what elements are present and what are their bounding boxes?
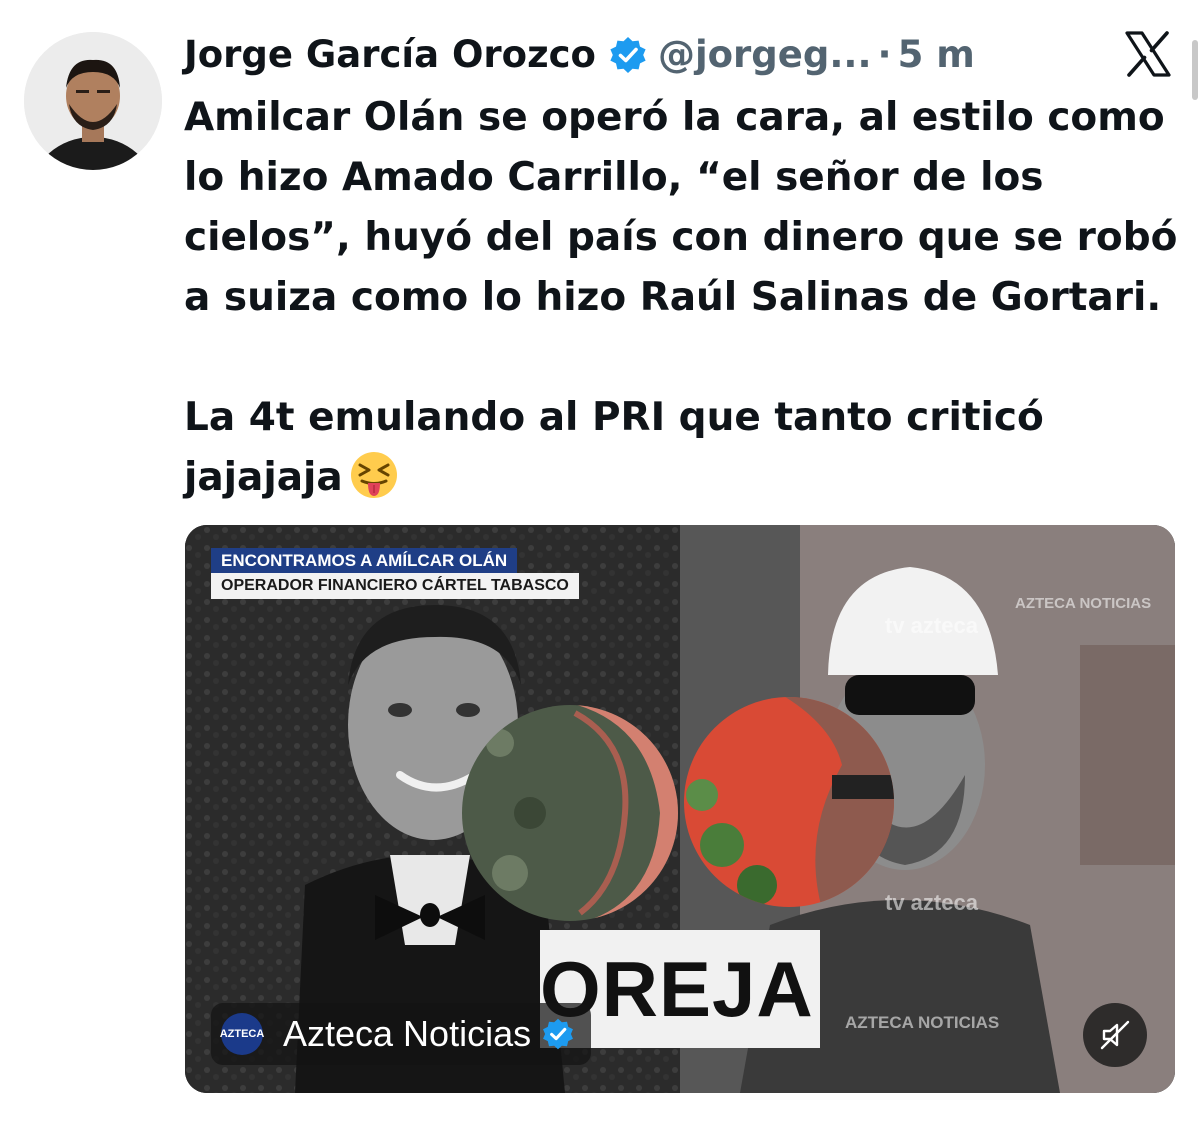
tweet-body: Amilcar Olán se operó la cara, al estilo… xyxy=(184,88,1184,508)
action-bar-edge xyxy=(0,1110,1200,1126)
news-chyron-headline: ENCONTRAMOS A AMÍLCAR OLÁN xyxy=(211,548,518,573)
avatar-photo xyxy=(24,32,162,170)
watermark-tv-lower: tv azteca xyxy=(885,890,978,915)
ear-comparison-left-circle xyxy=(462,705,678,921)
tweet-text-paragraph-1: Amilcar Olán se operó la cara, al estilo… xyxy=(184,95,1178,320)
watermark-tv: tv azteca xyxy=(885,613,978,638)
channel-attribution[interactable]: AZTECA Azteca Noticias xyxy=(211,1003,592,1065)
tweet-text-paragraph-2-text: La 4t emulando al PRI que tanto criticó … xyxy=(184,395,1044,500)
verified-badge-icon xyxy=(543,1018,574,1050)
mute-button[interactable] xyxy=(1083,1003,1147,1067)
muted-speaker-icon xyxy=(1100,1020,1130,1050)
tweet-text-paragraph-2: La 4t emulando al PRI que tanto criticó … xyxy=(184,388,1184,508)
ear-comparison-right-circle xyxy=(684,697,894,907)
news-chyron-subtitle: OPERADOR FINANCIERO CÁRTEL TABASCO xyxy=(211,573,579,599)
author-avatar[interactable] xyxy=(24,32,162,170)
channel-name[interactable]: Azteca Noticias xyxy=(283,1003,531,1065)
verified-badge-icon xyxy=(610,37,646,73)
watermark-brand-lower: AZTECA NOTICIAS xyxy=(845,1013,1000,1032)
x-logo-icon[interactable] xyxy=(1124,30,1172,78)
video-media[interactable]: ENCONTRAMOS A AMÍLCAR OLÁN OPERADOR FINA… xyxy=(185,525,1175,1093)
scrollbar-thumb[interactable] xyxy=(1192,40,1198,100)
separator-dot: · xyxy=(877,33,892,76)
tweet-header: Jorge García Orozco @jorgeg... · 5 m xyxy=(184,28,975,82)
scrollbar[interactable] xyxy=(1190,0,1200,1126)
channel-logo: AZTECA xyxy=(220,1013,264,1055)
watermark-brand: AZTECA NOTICIAS xyxy=(1015,595,1152,612)
author-handle[interactable]: @jorgeg... xyxy=(658,28,872,82)
author-name[interactable]: Jorge García Orozco xyxy=(184,28,596,82)
tweet-timestamp[interactable]: 5 m xyxy=(898,28,975,82)
squinting-face-with-tongue-icon xyxy=(350,452,397,498)
